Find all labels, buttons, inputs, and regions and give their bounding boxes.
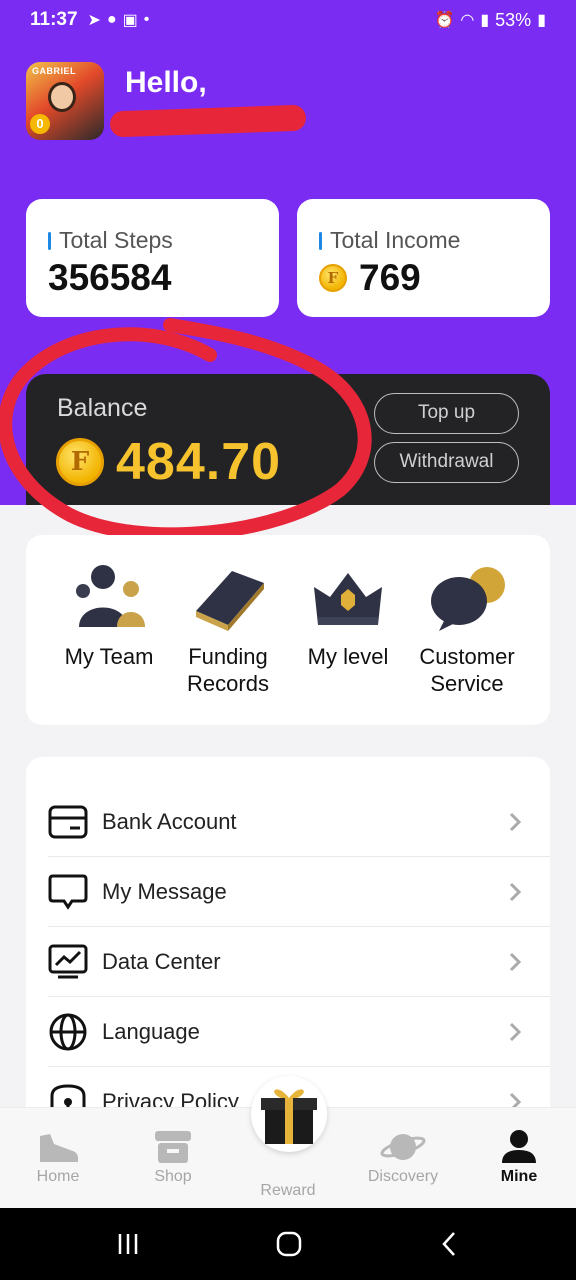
action-label: My Team: [64, 644, 154, 669]
status-time: 11:37: [30, 9, 78, 30]
alarm-icon: ⏰: [434, 12, 455, 29]
globe-icon: [48, 1012, 88, 1052]
system-nav-bar: [0, 1208, 576, 1280]
menu-item-label: Bank Account: [102, 808, 237, 834]
label-accent-bar: [319, 231, 322, 250]
store-icon: [123, 1128, 223, 1166]
customer-service-action[interactable]: Customer Service: [407, 563, 527, 697]
action-label: My level: [307, 644, 389, 669]
label-accent-bar: [48, 231, 51, 250]
total-income-label: Total Income: [319, 227, 460, 254]
coin-icon: F: [319, 264, 347, 292]
total-steps-label: Total Steps: [48, 227, 173, 254]
team-icon: [69, 563, 149, 635]
total-income-card: Total Income F 769: [297, 199, 550, 317]
crown-icon: [308, 563, 388, 635]
menu-item-my-message[interactable]: My Message: [48, 857, 550, 927]
my-team-action[interactable]: My Team: [49, 563, 169, 670]
total-steps-card: Total Steps 356584: [26, 199, 279, 317]
funding-records-action[interactable]: Funding Records: [168, 563, 288, 697]
tab-reward[interactable]: Reward: [238, 1182, 338, 1200]
message-icon: [48, 872, 88, 912]
greeting: Hello,: [125, 66, 207, 99]
battery-level: 53%: [495, 9, 532, 30]
data-chart-icon: [48, 942, 88, 982]
my-level-action[interactable]: My level: [288, 563, 408, 670]
total-steps-value: 356584: [48, 257, 172, 298]
menu-item-label: Data Center: [102, 948, 221, 974]
home-nav-icon[interactable]: [276, 1231, 302, 1257]
tab-shop[interactable]: Shop: [123, 1128, 223, 1186]
action-label: Funding: [188, 644, 268, 669]
action-label: Customer: [419, 644, 515, 669]
avatar-level-badge: 0: [30, 114, 50, 134]
avatar[interactable]: GABRIEL 0: [26, 62, 104, 140]
chat-bubbles-icon: [427, 563, 507, 635]
book-icon: [188, 563, 268, 635]
tab-label: Discovery: [367, 1168, 439, 1185]
bank-card-icon: [48, 802, 88, 842]
recent-apps-icon[interactable]: [116, 1232, 140, 1256]
top-up-button[interactable]: Top up: [374, 393, 519, 434]
telegram-icon: ➤: [87, 12, 101, 29]
menu-item-label: My Message: [102, 878, 227, 904]
signal-icon: ▮: [480, 12, 490, 29]
menu-item-language[interactable]: Language: [48, 997, 550, 1067]
wifi-icon: ◠: [460, 12, 475, 29]
chevron-right-icon: [509, 1022, 522, 1042]
system-icons: ⏰ ◠ ▮ 53% ▮: [434, 10, 546, 31]
tab-mine[interactable]: Mine: [469, 1128, 569, 1186]
gift-icon: [261, 1089, 317, 1144]
tab-label: Mine: [500, 1168, 538, 1185]
app-notification-icon: ●: [106, 11, 117, 28]
planet-icon: [353, 1128, 453, 1166]
avatar-caption: GABRIEL: [32, 66, 76, 76]
notification-icons: ➤ ● ▣ •: [88, 10, 150, 30]
avatar-face: [48, 82, 76, 112]
balance-value: F 484.70: [56, 432, 281, 492]
action-label: Records: [187, 671, 269, 696]
balance-card: Balance F 484.70 Top up Withdrawal: [26, 374, 550, 505]
tab-discovery[interactable]: Discovery: [353, 1128, 453, 1186]
reward-gift-button[interactable]: [251, 1076, 327, 1152]
action-label: Service: [430, 671, 504, 696]
tab-label: Shop: [154, 1168, 192, 1185]
back-nav-icon[interactable]: [440, 1231, 458, 1257]
battery-icon: ▮: [537, 12, 546, 29]
menu-item-label: Language: [102, 1018, 200, 1044]
coin-icon: F: [56, 438, 104, 486]
user-icon: [469, 1128, 569, 1166]
tab-home[interactable]: Home: [8, 1128, 108, 1186]
alert-icon: ▣: [122, 12, 138, 29]
chevron-right-icon: [509, 952, 522, 972]
chevron-right-icon: [509, 882, 522, 902]
menu-item-bank-account[interactable]: Bank Account: [48, 787, 550, 857]
tab-label: Home: [36, 1168, 80, 1185]
quick-actions: My Team Funding Records My level Custome…: [26, 535, 550, 725]
total-income-value: F 769: [319, 257, 421, 299]
chevron-right-icon: [509, 812, 522, 832]
shoe-icon: [8, 1128, 108, 1166]
balance-amount: 484.70: [116, 433, 282, 491]
menu-item-data-center[interactable]: Data Center: [48, 927, 550, 997]
withdrawal-button[interactable]: Withdrawal: [374, 442, 519, 483]
balance-label: Balance: [57, 394, 148, 422]
status-bar: 11:37 ➤ ● ▣ • ⏰ ◠ ▮ 53% ▮: [0, 0, 576, 40]
tab-label: Reward: [260, 1182, 316, 1199]
more-dot-icon: •: [143, 11, 150, 28]
